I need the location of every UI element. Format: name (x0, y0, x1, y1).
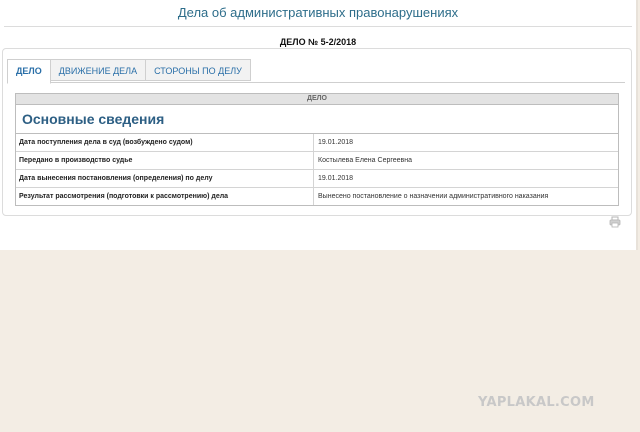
watermark: YAPLAKAL.COM (478, 395, 595, 410)
tab-content: ДЕЛО Основные сведения Дата поступления … (7, 82, 625, 211)
row-value: Костылева Елена Сергеевна (318, 157, 413, 164)
table-row: Дата поступления дела в суд (возбуждено … (16, 134, 618, 152)
row-value: 19.01.2018 (318, 139, 354, 146)
page-title: Дела об административных правонарушениях (177, 5, 459, 20)
case-panel: ДЕЛО ДВИЖЕНИЕ ДЕЛА СТОРОНЫ ПО ДЕЛУ ДЕЛО … (2, 48, 632, 216)
row-label: Дата поступления дела в суд (возбуждено … (16, 134, 314, 151)
row-label: Передано в производство судье (16, 152, 314, 169)
page-content: Дела об административных правонарушениях… (0, 0, 638, 250)
tab-case[interactable]: ДЕЛО (7, 59, 51, 84)
title-divider (4, 26, 632, 27)
table-row: Передано в производство судье Костылева … (16, 152, 618, 170)
row-value: 19.01.2018 (318, 175, 354, 182)
tab-case-movement[interactable]: ДВИЖЕНИЕ ДЕЛА (49, 59, 147, 81)
tab-bar: ДЕЛО ДВИЖЕНИЕ ДЕЛА СТОРОНЫ ПО ДЕЛУ (7, 59, 251, 84)
table-row: Результат рассмотрения (подготовки к рас… (16, 188, 618, 205)
section-title: Основные сведения (16, 105, 618, 134)
printer-icon[interactable] (609, 216, 621, 228)
table-row: Дата вынесения постановления (определени… (16, 170, 618, 188)
tab-parties[interactable]: СТОРОНЫ ПО ДЕЛУ (145, 59, 251, 81)
row-value: Вынесено постановление о назначении адми… (318, 193, 549, 200)
row-label: Дата вынесения постановления (определени… (16, 170, 314, 187)
case-info-table: ДЕЛО Основные сведения Дата поступления … (15, 93, 619, 206)
case-number: ДЕЛО № 5-2/2018 (279, 37, 357, 47)
row-label: Результат рассмотрения (подготовки к рас… (16, 188, 314, 205)
table-header: ДЕЛО (16, 94, 618, 105)
